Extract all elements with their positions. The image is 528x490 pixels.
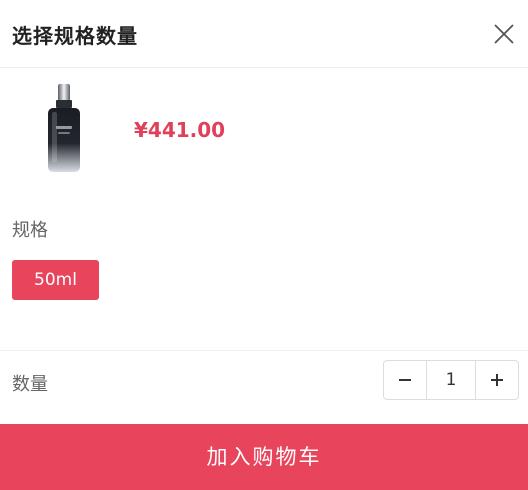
product-image	[34, 82, 94, 174]
serum-bottle-image	[48, 84, 80, 172]
plus-icon	[491, 374, 503, 386]
divider	[0, 350, 528, 351]
sheet-header: 选择规格数量	[0, 0, 528, 68]
add-to-cart-button[interactable]: 加入购物车	[0, 424, 528, 490]
sheet-title: 选择规格数量	[12, 24, 138, 48]
minus-icon	[399, 379, 411, 381]
quantity-stepper: 1	[383, 360, 519, 400]
close-icon	[494, 24, 514, 44]
spec-option-selected[interactable]: 50ml	[12, 260, 99, 300]
quantity-label: 数量	[12, 374, 48, 395]
close-button[interactable]	[490, 20, 518, 48]
product-price: ¥441.00	[134, 118, 226, 142]
quantity-value[interactable]: 1	[426, 361, 476, 399]
increase-button[interactable]	[476, 361, 518, 399]
decrease-button[interactable]	[384, 361, 426, 399]
spec-label: 规格	[12, 220, 48, 241]
